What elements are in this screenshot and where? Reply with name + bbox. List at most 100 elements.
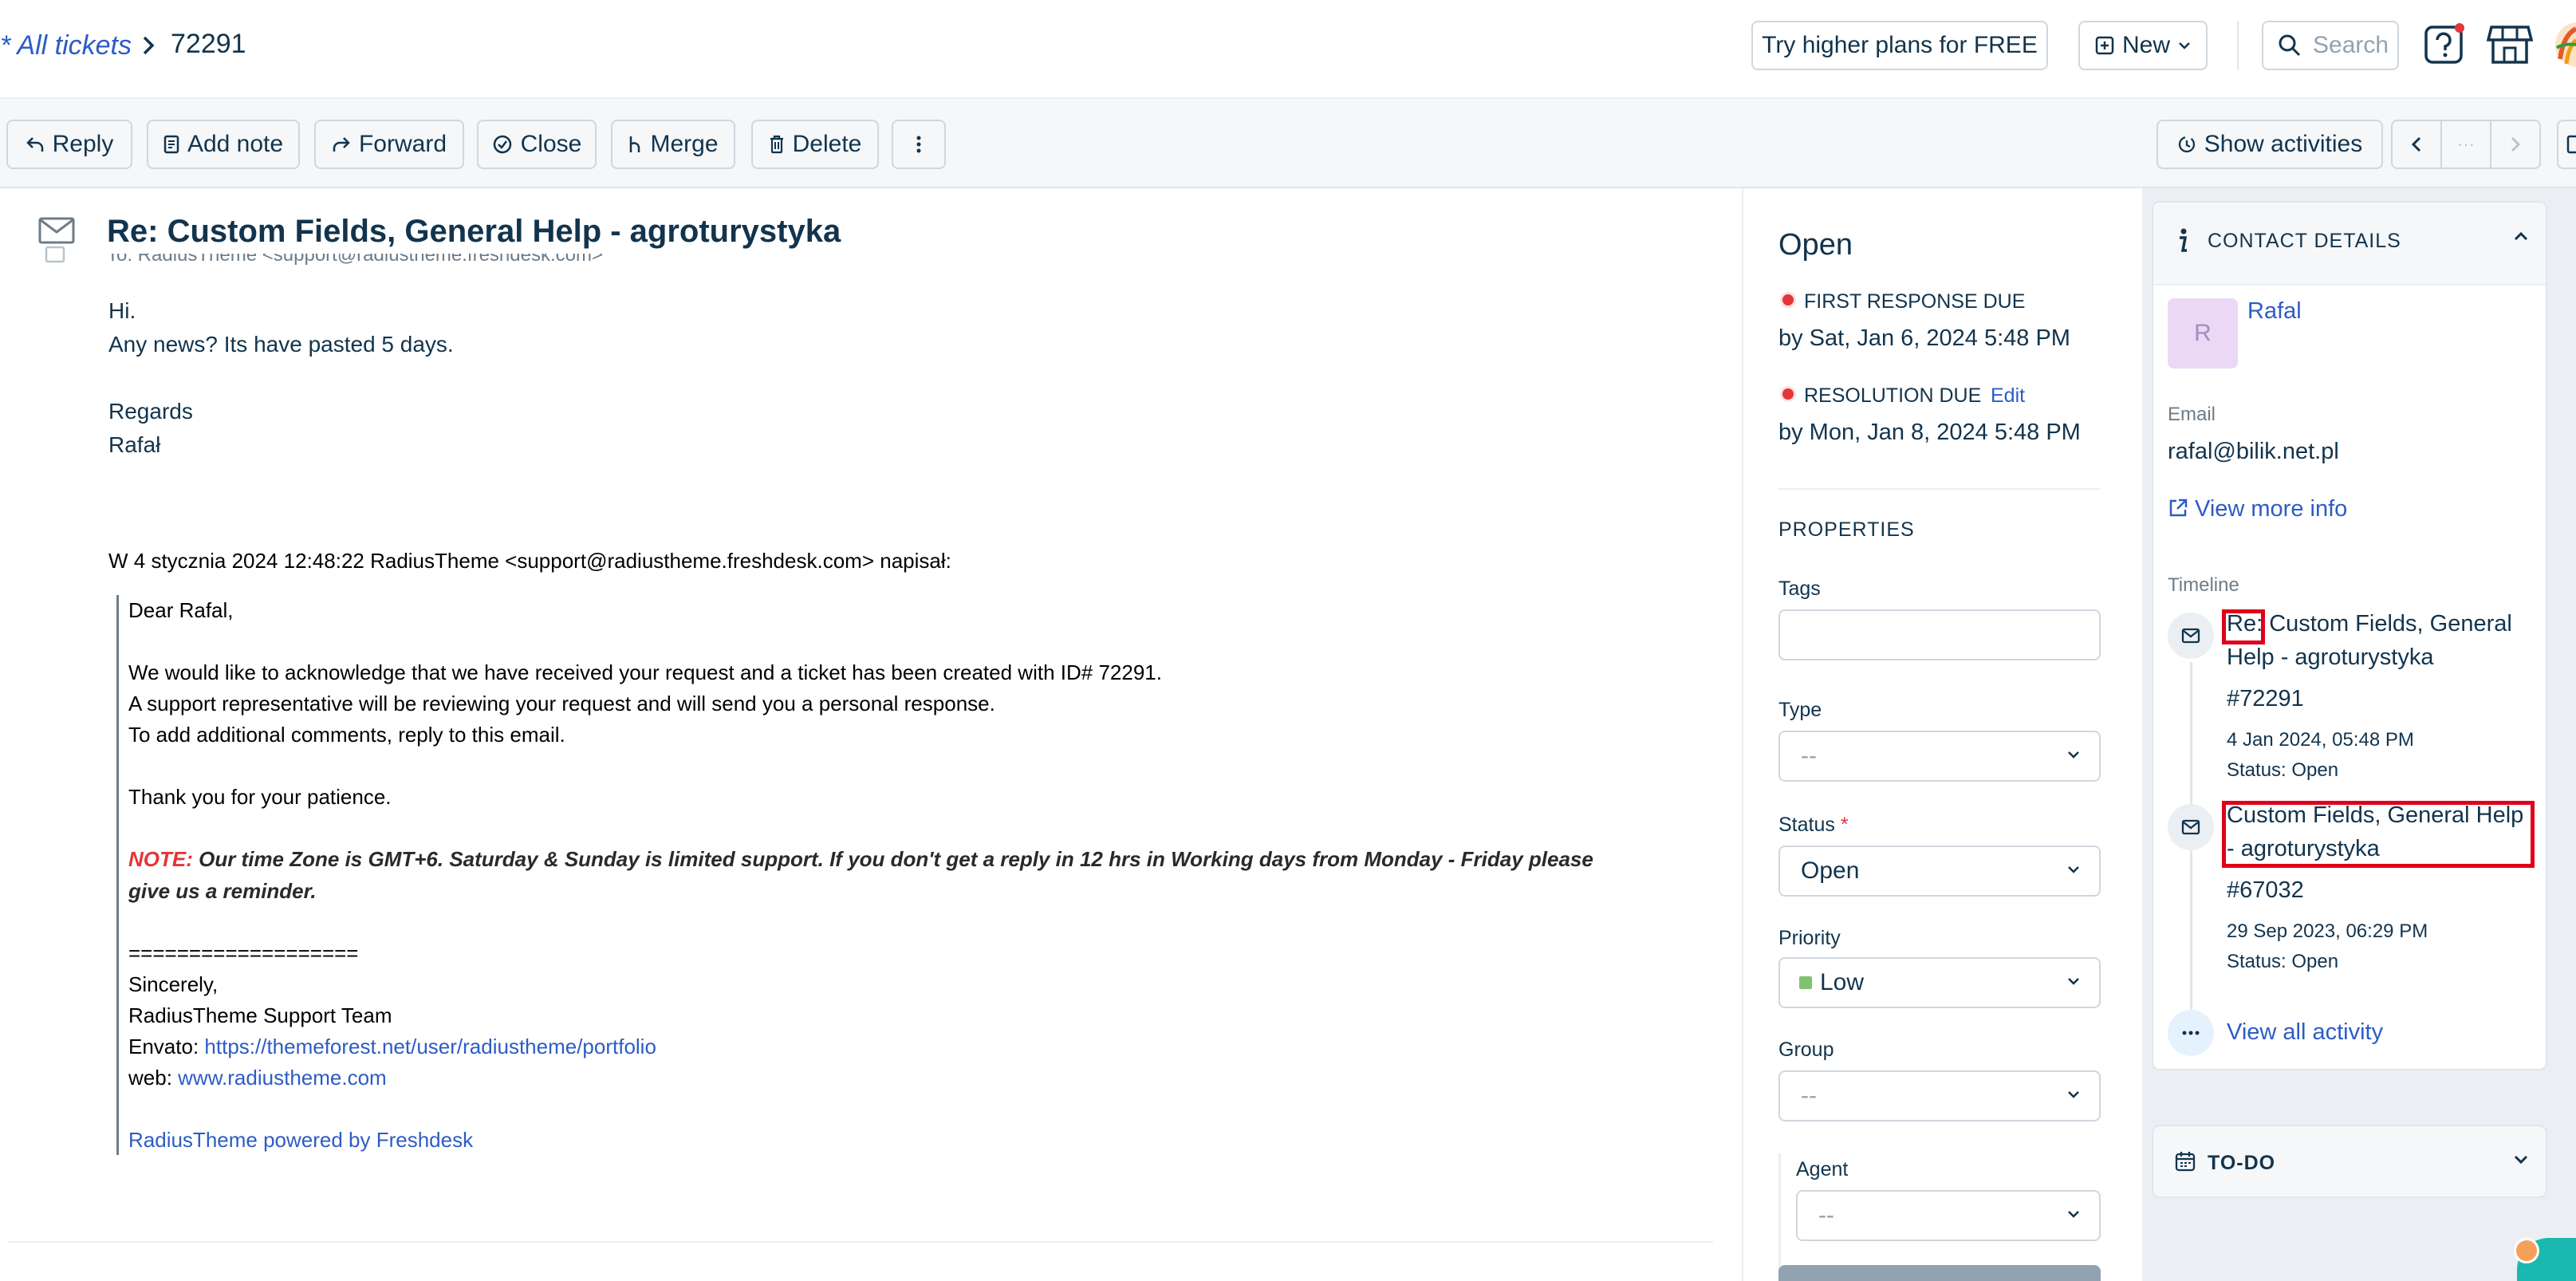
show-activities-button[interactable]: Show activities: [2157, 120, 2383, 169]
breadcrumb-all-tickets[interactable]: * All tickets: [0, 30, 132, 61]
add-note-label: Add note: [187, 131, 284, 157]
timeline-item-1-status: Status: Open: [2227, 759, 2339, 781]
chevron-right-icon: [140, 35, 156, 56]
timeline-item-1-title-line-2[interactable]: Help - agroturystyka: [2227, 644, 2434, 671]
timeline-dot-1: [2168, 613, 2214, 659]
agent-select[interactable]: --: [1796, 1190, 2101, 1241]
previous-ticket-button[interactable]: [2391, 120, 2442, 169]
top-header: * All tickets 72291 Try higher plans for…: [0, 0, 2576, 97]
quote-dear: Dear Rafal,: [128, 598, 234, 622]
check-circle-icon: [492, 134, 513, 155]
delete-button[interactable]: Delete: [751, 120, 879, 169]
view-more-info-link[interactable]: View more info: [2195, 496, 2347, 522]
view-all-activity-link[interactable]: View all activity: [2227, 1019, 2383, 1046]
email-icon: [38, 217, 75, 244]
envelope-icon: [2181, 819, 2200, 835]
search-box[interactable]: Search: [2262, 21, 2399, 70]
resolution-edit-link[interactable]: Edit: [1991, 384, 2025, 408]
group-select[interactable]: --: [1778, 1070, 2101, 1121]
group-value: --: [1801, 1082, 1817, 1109]
timeline-label: Timeline: [2168, 574, 2239, 596]
highlight-box-timeline-title: [2222, 801, 2535, 868]
chevron-down-icon: [2067, 1090, 2080, 1099]
properties-title: PROPERTIES: [1778, 518, 1915, 541]
timeline-item-1-date: 4 Jan 2024, 05:48 PM: [2227, 729, 2414, 751]
marketplace-store-icon[interactable]: [2487, 22, 2533, 67]
new-button[interactable]: New: [2078, 21, 2208, 70]
timeline-dot-more: [2168, 1010, 2214, 1056]
try-higher-plans-label: Try higher plans for FREE: [1762, 32, 2038, 58]
close-ticket-button[interactable]: Close: [477, 120, 597, 169]
try-higher-plans-button[interactable]: Try higher plans for FREE: [1751, 21, 2048, 70]
timeline-item-1-ticket: #72291: [2227, 686, 2304, 711]
contact-details-title: CONTACT DETAILS: [2208, 230, 2401, 252]
quote-team: RadiusTheme Support Team: [128, 1003, 392, 1027]
priority-low-swatch: [1799, 976, 1812, 989]
status-label-text: Status: [1778, 814, 1835, 836]
info-icon: [2177, 228, 2188, 254]
status-heading: Open: [1778, 228, 1853, 262]
avatar: R: [2168, 298, 2238, 369]
merge-icon: [628, 135, 642, 154]
chevron-down-icon[interactable]: [2514, 1153, 2528, 1165]
breadcrumb-ticket-id: 72291: [171, 29, 246, 59]
delete-label: Delete: [792, 131, 862, 157]
contact-name-link[interactable]: Rafal: [2247, 298, 2302, 325]
show-activities-label: Show activities: [2204, 131, 2363, 157]
powered-by-link[interactable]: RadiusTheme powered by Freshdesk: [128, 1128, 473, 1153]
avatar-initial: R: [2194, 320, 2212, 346]
web-link[interactable]: www.radiustheme.com: [178, 1066, 387, 1090]
chevron-up-icon[interactable]: [2514, 231, 2528, 242]
help-icon[interactable]: [2423, 22, 2468, 67]
chevron-down-icon: [2067, 865, 2080, 874]
group-label: Group: [1778, 1039, 1834, 1061]
quote-web-line: web: www.radiustheme.com: [128, 1066, 387, 1090]
forward-button[interactable]: Forward: [314, 120, 464, 169]
chevron-down-icon: [2178, 41, 2191, 50]
type-label: Type: [1778, 699, 1822, 721]
chevron-left-icon: [2411, 136, 2422, 153]
contact-email: rafal@bilik.net.pl: [2168, 439, 2339, 464]
forward-label: Forward: [358, 131, 447, 157]
reply-label: Reply: [52, 131, 114, 157]
trash-icon: [769, 135, 785, 154]
ticket-nav-dots: ···: [2457, 134, 2475, 154]
new-button-label: New: [2121, 32, 2170, 58]
ticket-toolbar: Reply Add note Forward Close Merge Delet…: [0, 97, 2576, 188]
body-greeting: Hi.: [108, 298, 136, 323]
web-label: web:: [128, 1066, 179, 1090]
reply-button[interactable]: Reply: [6, 120, 132, 169]
timeline-dot-2: [2168, 804, 2214, 850]
type-select[interactable]: --: [1778, 731, 2101, 782]
tags-input[interactable]: [1778, 609, 2101, 660]
conversation-divider: [8, 1241, 1713, 1243]
note-label: NOTE:: [128, 847, 193, 871]
priority-select[interactable]: Low: [1778, 957, 2101, 1008]
priority-label: Priority: [1778, 927, 1841, 949]
quote-note-line-1: NOTE: Our time Zone is GMT+6. Saturday &…: [128, 847, 1593, 872]
next-ticket-button[interactable]: [2490, 120, 2541, 169]
quote-bar: [116, 595, 119, 1155]
layout-toggle-button[interactable]: [2557, 120, 2576, 169]
chevron-down-icon: [2067, 750, 2080, 759]
envato-link[interactable]: https://themeforest.net/user/radiustheme…: [204, 1035, 656, 1058]
status-select[interactable]: Open: [1778, 845, 2101, 897]
user-avatar-logo-icon[interactable]: [2552, 19, 2576, 70]
quote-divider: ===================: [128, 941, 359, 965]
timeline-item-1-title-line-1[interactable]: Re: Custom Fields, General: [2227, 611, 2512, 637]
merge-button[interactable]: Merge: [611, 120, 735, 169]
first-response-label: FIRST RESPONSE DUE: [1804, 290, 2026, 313]
chevron-down-icon: [2067, 1209, 2080, 1219]
update-button[interactable]: [1778, 1265, 2101, 1281]
overdue-dot-icon: [1778, 290, 1798, 309]
add-note-button[interactable]: Add note: [147, 120, 300, 169]
timeline-item-2-status: Status: Open: [2227, 951, 2339, 972]
quote-note-line-2: give us a reminder.: [128, 879, 317, 903]
quote-paragraph-3: To add additional comments, reply to thi…: [128, 723, 565, 747]
body-signature-name: Rafał: [108, 432, 161, 457]
header-divider: [2237, 21, 2239, 70]
agent-group-indent-bar: [1778, 1153, 1781, 1281]
more-actions-button[interactable]: [892, 120, 946, 169]
quote-sincerely: Sincerely,: [128, 972, 219, 996]
vertical-dots-icon: [916, 135, 922, 154]
